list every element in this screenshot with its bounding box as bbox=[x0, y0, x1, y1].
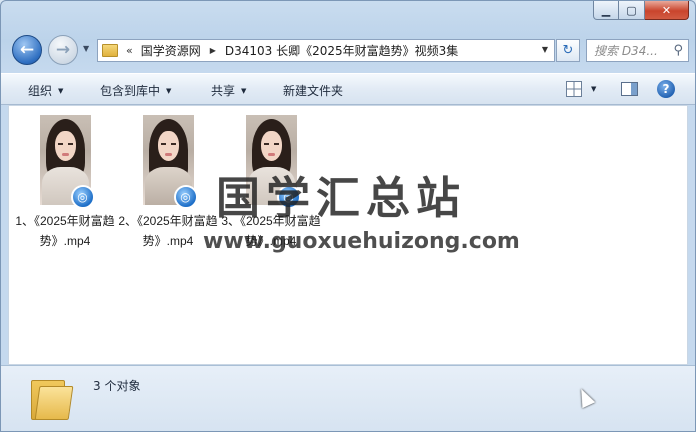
breadcrumb-separator-icon[interactable]: ▶ bbox=[210, 46, 216, 55]
forward-arrow-icon: → bbox=[55, 40, 71, 60]
include-in-library-menu[interactable]: 包含到库中 ▼ bbox=[100, 82, 171, 99]
back-arrow-icon: ← bbox=[19, 40, 35, 60]
organize-menu[interactable]: 组织 ▼ bbox=[28, 82, 63, 99]
folder-icon bbox=[31, 376, 74, 420]
command-toolbar: 组织 ▼ 包含到库中 ▼ 共享 ▼ 新建文件夹 ▼ ? bbox=[1, 73, 695, 105]
file-name[interactable]: 1、《2025年财富趋势》.mp4 bbox=[13, 211, 117, 251]
search-placeholder: 搜索 D34... bbox=[594, 44, 658, 58]
view-options-icon[interactable] bbox=[566, 81, 582, 97]
address-dropdown-icon[interactable]: ▼ bbox=[542, 45, 548, 54]
file-item[interactable]: ◎ 2、《2025年财富趋势》.mp4 bbox=[116, 115, 220, 251]
folder-icon bbox=[102, 44, 118, 57]
refresh-button[interactable]: ↻ bbox=[556, 39, 580, 62]
chevron-down-icon: ▼ bbox=[58, 87, 64, 95]
refresh-icon: ↻ bbox=[562, 43, 574, 58]
file-list[interactable]: ◎ 1、《2025年财富趋势》.mp4 ◎ 2、《2025年财富趋势》.mp4 bbox=[8, 105, 688, 365]
close-button[interactable]: ✕ bbox=[645, 1, 689, 20]
view-dropdown-icon[interactable]: ▼ bbox=[591, 85, 596, 93]
search-input[interactable]: 搜索 D34... ⚲ bbox=[586, 39, 689, 62]
minimize-button[interactable]: ▁ bbox=[593, 1, 619, 20]
chevron-down-icon: ▼ bbox=[241, 87, 247, 95]
search-icon: ⚲ bbox=[673, 43, 683, 58]
help-button[interactable]: ? bbox=[657, 80, 675, 98]
breadcrumb-item[interactable]: D34103 长卿《2025年财富趋势》视频3集 bbox=[225, 42, 458, 59]
address-bar[interactable]: « 国学资源网 ▶ D34103 长卿《2025年财富趋势》视频3集 ▼ bbox=[97, 39, 555, 62]
caption-buttons: ▁ ▢ ✕ bbox=[593, 1, 689, 20]
maximize-button[interactable]: ▢ bbox=[619, 1, 645, 20]
media-player-icon: ◎ bbox=[173, 185, 198, 209]
breadcrumb-item[interactable]: 国学资源网 bbox=[141, 42, 201, 59]
file-item[interactable]: ◎ 1、《2025年财富趋势》.mp4 bbox=[13, 115, 117, 251]
new-folder-button[interactable]: 新建文件夹 bbox=[283, 82, 343, 99]
file-name[interactable]: 2、《2025年财富趋势》.mp4 bbox=[116, 211, 220, 251]
recent-pages-dropdown-icon[interactable]: ▼ bbox=[83, 44, 89, 53]
file-name[interactable]: 3、《2025年财富趋势》.mp4 bbox=[219, 211, 323, 251]
chevron-down-icon: ▼ bbox=[166, 87, 172, 95]
file-item[interactable]: ◎ 3、《2025年财富趋势》.mp4 bbox=[219, 115, 323, 251]
item-count: 3 个对象 bbox=[93, 379, 141, 393]
media-player-icon: ◎ bbox=[70, 185, 95, 209]
forward-button[interactable]: → bbox=[48, 35, 78, 65]
media-player-icon: ◎ bbox=[276, 185, 301, 209]
breadcrumb-overflow[interactable]: « bbox=[126, 44, 133, 57]
share-menu[interactable]: 共享 ▼ bbox=[211, 82, 246, 99]
explorer-window: ▁ ▢ ✕ ← → ▼ « 国学资源网 ▶ D34103 长卿《2025年财富趋… bbox=[0, 0, 696, 432]
preview-pane-icon[interactable] bbox=[621, 82, 638, 96]
back-button[interactable]: ← bbox=[12, 35, 42, 65]
navigation-bar: ← → ▼ « 国学资源网 ▶ D34103 长卿《2025年财富趋势》视频3集… bbox=[1, 31, 695, 73]
